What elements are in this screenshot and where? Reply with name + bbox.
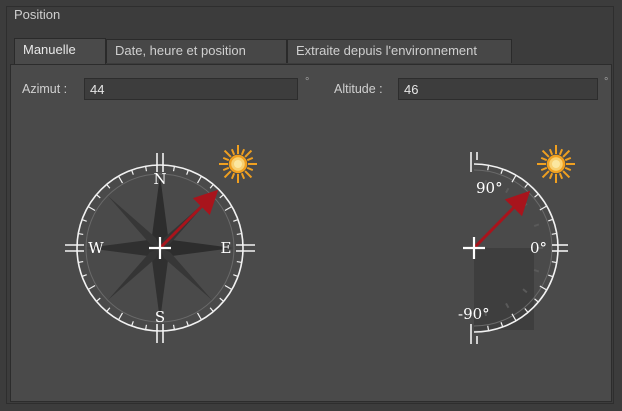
compass-west-label: W — [88, 239, 104, 257]
altitude-dial[interactable]: 90° 0° -90° — [458, 145, 575, 344]
tab-manuelle[interactable]: Manuelle — [14, 38, 106, 64]
compass-south-label: S — [155, 308, 165, 326]
compass[interactable]: N S W E — [65, 145, 257, 343]
compass-north-label: N — [153, 170, 166, 188]
altitude-label-90: 90° — [476, 179, 503, 197]
altitude-sun-icon[interactable] — [537, 145, 575, 183]
compass-sun-icon[interactable] — [219, 145, 257, 183]
compass-east-label: E — [221, 239, 232, 257]
altitude-label-minus90: -90° — [458, 305, 490, 323]
altitude-arrow[interactable] — [472, 190, 531, 250]
azimuth-arrow[interactable] — [158, 189, 219, 250]
altitude-label-0: 0° — [530, 239, 547, 257]
